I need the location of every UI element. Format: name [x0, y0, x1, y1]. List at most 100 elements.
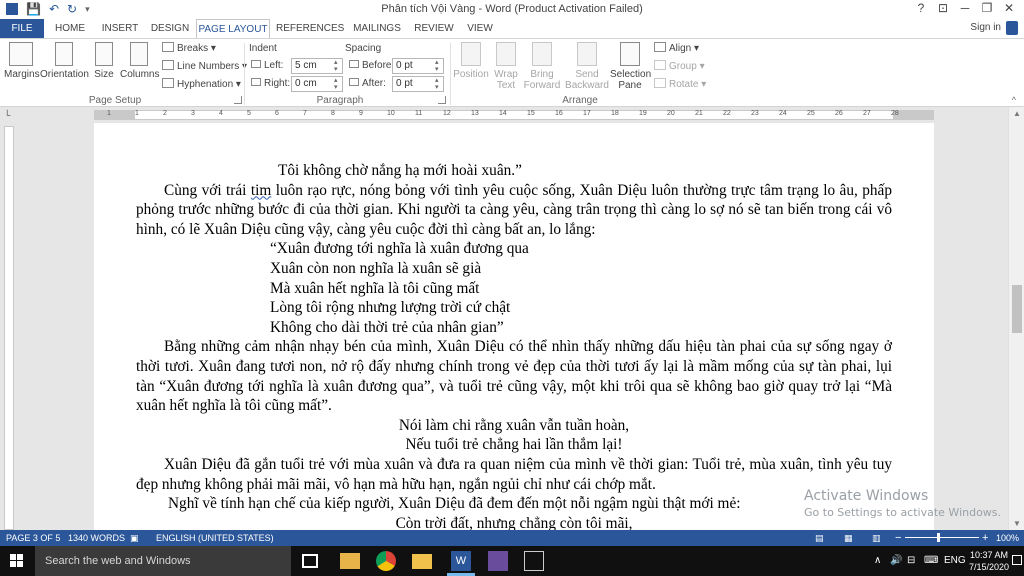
windows-start-icon[interactable]: [10, 554, 24, 568]
scroll-up-icon[interactable]: ▲: [1013, 109, 1021, 118]
spacing-before-input[interactable]: 0 pt: [392, 58, 444, 74]
align-button[interactable]: Align ▾: [654, 41, 699, 57]
window-title: Phân tích Vội Vàng - Word (Product Activ…: [381, 3, 643, 15]
horizontal-ruler[interactable]: 1 1 2 3 4 5 6 7 8 9 10 11 12 13 14 15 16 17 18 19 20 21 22 23 24…: [94, 110, 934, 120]
document-area[interactable]: Tôi không chờ nắng hạ mới hoài xuân.” Cù…: [16, 123, 1008, 530]
paragraph: Nghĩ về tính hạn chế của kiếp người, Xuâ…: [168, 495, 741, 513]
web-layout-icon[interactable]: ▥: [872, 530, 881, 546]
ruler-number: 26: [835, 110, 843, 117]
orientation-button[interactable]: Orientation: [40, 42, 89, 80]
hyphenation-icon: [162, 78, 174, 88]
print-layout-icon[interactable]: ▦: [844, 530, 853, 546]
group-icon: [654, 60, 666, 70]
zoom-out-button[interactable]: −: [895, 530, 901, 546]
page-setup-launcher[interactable]: [234, 96, 242, 104]
indent-right-input[interactable]: 0 cm: [291, 76, 343, 92]
position-button[interactable]: Position: [452, 42, 490, 80]
tab-review[interactable]: REVIEW: [412, 19, 456, 38]
tab-home[interactable]: HOME: [50, 19, 90, 38]
proofing-icon[interactable]: ▣: [130, 530, 139, 546]
tab-view[interactable]: VIEW: [462, 19, 498, 38]
ruler-number: 17: [583, 110, 591, 117]
columns-icon: [130, 42, 148, 66]
collapse-ribbon-icon[interactable]: ^: [1012, 95, 1016, 105]
tab-page-layout[interactable]: PAGE LAYOUT: [196, 19, 270, 39]
orientation-icon: [55, 42, 73, 66]
margins-button[interactable]: Margins: [4, 42, 40, 80]
verse-line: Lòng tôi rộng nhưng lượng trời cứ chật: [270, 299, 511, 317]
size-button[interactable]: Size: [92, 42, 116, 80]
ruler-number: 9: [359, 110, 363, 117]
document-body[interactable]: Tôi không chờ nắng hạ mới hoài xuân.” Cù…: [136, 161, 892, 530]
bring-forward-button[interactable]: Bring Forward: [522, 42, 562, 91]
ribbon-tabs: FILE HOME INSERT DESIGN PAGE LAYOUT REFE…: [0, 19, 1024, 39]
columns-button[interactable]: Columns: [120, 42, 159, 80]
input-language[interactable]: ENG: [944, 546, 966, 576]
spacing-header: Spacing: [345, 43, 382, 54]
wrap-text-button[interactable]: Wrap Text: [492, 42, 520, 91]
onenote-icon[interactable]: [488, 551, 508, 571]
tab-design[interactable]: DESIGN: [148, 19, 192, 38]
zoom-slider-thumb[interactable]: [937, 533, 940, 542]
rotate-button[interactable]: Rotate ▾: [654, 77, 706, 93]
maximize-button[interactable]: ❐: [976, 1, 998, 15]
tab-file[interactable]: FILE: [0, 19, 44, 38]
word-count[interactable]: 1340 WORDS: [68, 530, 125, 546]
vertical-scrollbar[interactable]: ▲ ▼: [1008, 107, 1024, 530]
taskbar-search-input[interactable]: Search the web and Windows: [35, 546, 291, 576]
selection-pane-icon: [620, 42, 640, 66]
close-button[interactable]: ✕: [998, 1, 1020, 15]
ruler-number: 1: [135, 110, 139, 117]
chrome-icon[interactable]: [376, 551, 396, 571]
help-button[interactable]: ?: [910, 1, 932, 15]
account-icon[interactable]: [1006, 21, 1018, 35]
word-icon[interactable]: W: [451, 551, 471, 571]
line-numbers-button[interactable]: Line Numbers ▾: [162, 59, 247, 75]
zoom-slider[interactable]: [905, 537, 979, 538]
spacing-after-input[interactable]: 0 pt: [392, 76, 444, 92]
scroll-down-icon[interactable]: ▼: [1013, 519, 1021, 528]
network-icon[interactable]: ⊟: [907, 546, 915, 576]
ruler-number: 27: [863, 110, 871, 117]
tab-insert[interactable]: INSERT: [98, 19, 142, 38]
notifications-icon[interactable]: [1012, 555, 1022, 565]
hyphenation-button[interactable]: Hyphenation ▾: [162, 77, 241, 93]
group-button[interactable]: Group ▾: [654, 59, 705, 75]
photos-icon[interactable]: [524, 551, 544, 571]
minimize-button[interactable]: ─: [954, 1, 976, 15]
vertical-ruler[interactable]: [4, 126, 14, 530]
ruler-number: 3: [191, 110, 195, 117]
tab-selector[interactable]: └: [0, 107, 16, 123]
ruler-number: 6: [275, 110, 279, 117]
ribbon-display-options-button[interactable]: ⊡: [932, 1, 954, 15]
language-status[interactable]: ENGLISH (UNITED STATES): [156, 530, 274, 546]
send-backward-button[interactable]: Send Backward: [564, 42, 610, 91]
sign-in-link[interactable]: Sign in: [970, 22, 1001, 33]
page-count[interactable]: PAGE 3 OF 5: [6, 530, 60, 546]
ribbon-page-layout: Margins Orientation Size Columns Breaks …: [0, 38, 1024, 107]
paragraph: Xuân Diệu đã gắn tuổi trẻ với mùa xuân v…: [136, 455, 892, 493]
ruler-number: 11: [415, 110, 423, 117]
group-separator: [244, 43, 245, 105]
page[interactable]: Tôi không chờ nắng hạ mới hoài xuân.” Cù…: [94, 123, 934, 530]
spelling-flag[interactable]: tim: [251, 182, 271, 199]
read-mode-icon[interactable]: ▤: [815, 530, 824, 546]
breaks-button[interactable]: Breaks ▾: [162, 41, 216, 57]
volume-icon[interactable]: 🔊: [890, 546, 902, 576]
zoom-level[interactable]: 100%: [996, 530, 1019, 546]
ruler-left-margin: [95, 111, 135, 119]
scrollbar-thumb[interactable]: [1012, 285, 1022, 333]
ruler-number: 7: [303, 110, 307, 117]
folder-icon[interactable]: [412, 554, 432, 569]
indent-left-input[interactable]: 5 cm: [291, 58, 343, 74]
tab-mailings[interactable]: MAILINGS: [350, 19, 404, 38]
tray-overflow-icon[interactable]: ∧: [874, 546, 881, 576]
keyboard-icon[interactable]: ⌨: [924, 546, 938, 576]
tab-references[interactable]: REFERENCES: [276, 19, 344, 38]
system-clock[interactable]: 10:37 AM 7/15/2020: [967, 549, 1011, 573]
task-view-icon[interactable]: [302, 554, 318, 568]
zoom-in-button[interactable]: +: [982, 530, 988, 546]
paragraph-launcher[interactable]: [438, 96, 446, 104]
selection-pane-button[interactable]: Selection Pane: [610, 42, 651, 91]
file-explorer-icon[interactable]: [340, 553, 360, 569]
